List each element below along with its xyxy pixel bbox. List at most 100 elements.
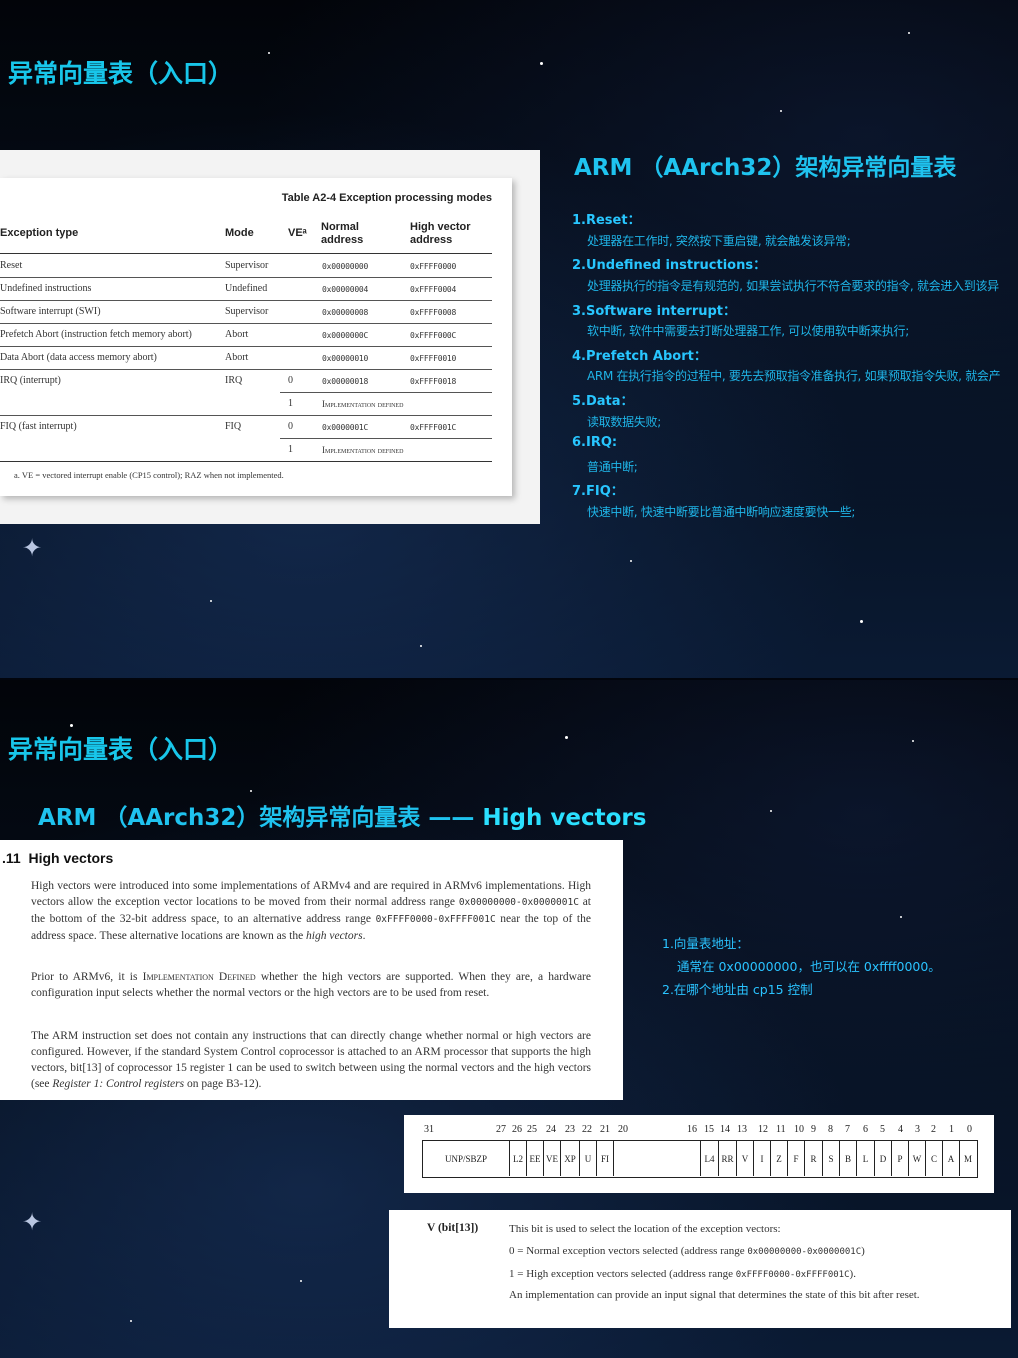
col-header-normal-address: Normal address <box>321 221 363 247</box>
bit-number: 9 <box>811 1124 816 1135</box>
exception-item-data: 5.Data： <box>572 394 634 409</box>
star <box>908 32 910 34</box>
table-cell: 0xFFFF0018 <box>410 377 457 386</box>
page-title: 异常向量表（入口） <box>8 735 234 764</box>
col-header-exception-type: Exception type <box>0 227 79 239</box>
bit-number: 16 <box>687 1124 697 1135</box>
bit-number: 1 <box>949 1124 954 1135</box>
code-address-range: 0x00000000-0x0000001C <box>458 897 579 908</box>
star <box>860 620 863 623</box>
exception-item-fiq: 7.FIQ： <box>572 484 624 499</box>
exception-desc: 读取数据失败; <box>587 415 661 429</box>
emphasis: Register 1: Control registers <box>52 1078 185 1090</box>
table-cell: 0x00000008 <box>322 308 369 317</box>
table-cell: Undefined <box>225 283 268 294</box>
bit-number: 31 <box>424 1124 434 1135</box>
table-cell: 0xFFFF0004 <box>410 285 457 294</box>
exception-desc: 普通中断; <box>587 460 638 474</box>
col-header-normal-line1: Normal <box>321 221 359 233</box>
col-header-high-vector-address: High vector address <box>410 221 471 247</box>
exception-desc: 软中断, 软件中需要去打断处理器工作, 可以使用软中断来执行; <box>587 324 910 338</box>
col-header-ve: VEᵃ <box>288 227 307 239</box>
code-address-range: 0x00000000-0x0000001C <box>747 1247 862 1257</box>
text: ) <box>861 1245 865 1257</box>
text: on page B3-12). <box>184 1078 262 1090</box>
row-divider <box>280 392 492 393</box>
table-cell: 0 <box>288 421 293 432</box>
register-field: UNP/SBZP <box>444 1153 488 1164</box>
bit-number: 21 <box>600 1124 610 1135</box>
subtitle-highlight: High vectors <box>482 805 647 831</box>
bit-number: 23 <box>565 1124 575 1135</box>
exception-item-prefetch-abort: 4.Prefetch Abort： <box>572 349 707 364</box>
table-header-rule <box>0 253 492 254</box>
sparkle-star: ✦ <box>22 534 43 562</box>
star <box>268 52 270 54</box>
register-field-empty <box>613 1141 700 1176</box>
register-field: F <box>787 1141 804 1176</box>
bit-number: 6 <box>863 1124 868 1135</box>
row-divider <box>0 300 492 301</box>
table-cell: 1 <box>288 398 293 409</box>
star <box>780 110 782 112</box>
row-divider <box>0 346 492 347</box>
page-title: 异常向量表（入口） <box>8 59 234 88</box>
table-caption: Table A2-4 Exception processing modes <box>281 192 492 204</box>
bit-number: 7 <box>845 1124 850 1135</box>
table-cell: 0xFFFF0010 <box>410 354 457 363</box>
star <box>770 810 772 812</box>
note-desc: 通常在 0x00000000，也可以在 0xffff0000。 <box>677 959 941 974</box>
register-field: A <box>942 1141 959 1176</box>
table-cell: 0x0000000C <box>322 331 369 340</box>
col-header-high-line1: High vector <box>410 221 471 233</box>
exception-item-undefined: 2.Undefined instructions： <box>572 258 767 273</box>
table-cell: Undefined instructions <box>0 283 92 294</box>
table-cell: Abort <box>225 329 249 340</box>
exception-item-swi: 3.Software interrupt： <box>572 304 737 319</box>
register-field: VE <box>543 1141 560 1176</box>
register-field: Z <box>770 1141 787 1176</box>
section-subtitle: ARM （AArch32）架构异常向量表 <box>574 155 957 181</box>
register-field: L4 <box>700 1141 718 1176</box>
bit-number: 22 <box>582 1124 592 1135</box>
exception-desc: 处理器执行的指令是有规范的, 如果尝试执行不符合要求的指令, 就会进入到该异 <box>587 279 999 293</box>
register-field: U <box>579 1141 596 1176</box>
row-divider <box>0 323 492 324</box>
bit-number: 12 <box>758 1124 768 1135</box>
note-vector-address: 1.向量表地址： <box>662 936 749 951</box>
table-cell: 1 <box>288 444 293 455</box>
register-field: L2 <box>509 1141 526 1176</box>
bit-number: 2 <box>931 1124 936 1135</box>
table-cell: IRQ (interrupt) <box>0 375 61 386</box>
v-bit-line: 1 = High exception vectors selected (add… <box>509 1267 979 1283</box>
code-address-range: 0xFFFF0000-0xFFFF001C <box>735 1270 850 1280</box>
emphasis: high vectors <box>306 930 363 942</box>
table-cell: 0xFFFF0008 <box>410 308 457 317</box>
bit-number: 27 <box>496 1124 506 1135</box>
table-cell: Implementation defined <box>322 399 404 409</box>
row-divider <box>0 277 492 278</box>
bit-number: 4 <box>898 1124 903 1135</box>
table-cell: 0x00000010 <box>322 354 369 363</box>
v-bit-line: An implementation can provide an input s… <box>509 1289 920 1301</box>
table-cell: FIQ <box>225 421 242 432</box>
table-cell: 0x00000004 <box>322 285 369 294</box>
star <box>900 916 902 918</box>
star <box>565 736 568 739</box>
register-field: EE <box>526 1141 543 1176</box>
star <box>70 724 73 727</box>
table-cell: Implementation defined <box>322 445 404 455</box>
paragraph-3: The ARM instruction set does not contain… <box>31 1028 591 1092</box>
star <box>540 62 543 65</box>
exception-desc: ARM 在执行指令的过程中, 要先去预取指令准备执行, 如果预取指令失败, 就会… <box>587 369 1001 383</box>
star <box>300 1280 302 1282</box>
table-cell: 0x00000018 <box>322 377 369 386</box>
register-field: C <box>925 1141 942 1176</box>
table-cell: 0xFFFF0000 <box>410 262 457 271</box>
table-cell: Supervisor <box>225 306 269 317</box>
bit-number: 20 <box>618 1124 628 1135</box>
star <box>420 645 422 647</box>
bit-number: 26 <box>512 1124 522 1135</box>
table-bottom-rule <box>0 461 492 462</box>
star <box>210 600 212 602</box>
